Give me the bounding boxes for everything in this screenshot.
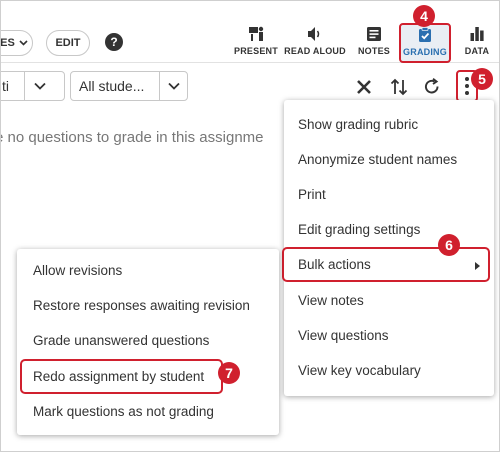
callout-badge-5: 5 [471,68,493,90]
edit-button[interactable]: EDIT [46,30,90,56]
menu-item-label: Show grading rubric [298,117,419,132]
chevron-down-icon [34,82,46,90]
submenu-item-label: Restore responses awaiting revision [33,298,250,313]
menu-item-label: View notes [298,293,364,308]
notes-button[interactable]: NOTES [356,25,392,61]
app-frame: ES EDIT ? PRESENT READ ALOUD NOTES GRADI… [0,0,500,452]
menu-item-label: Bulk actions [298,257,371,272]
menu-item-print[interactable]: Print [284,177,494,212]
read-aloud-button[interactable]: READ ALOUD [284,25,346,61]
submenu-item-label: Redo assignment by student [33,369,205,384]
data-button[interactable]: DATA [461,25,493,61]
chevron-down-icon [168,82,180,90]
menu-item-view-questions[interactable]: View questions [284,318,494,353]
grading-icon [416,26,434,44]
chevron-down-icon [19,40,28,46]
menu-item-bulk-actions[interactable]: Bulk actions [282,247,490,282]
notes-label: NOTES [357,46,390,56]
menu-item-label: Print [298,187,326,202]
menu-item-label: Edit grading settings [298,222,421,237]
data-label: DATA [464,46,490,56]
present-icon [247,25,265,43]
more-options-menu: Show grading rubric Anonymize student na… [282,100,494,396]
grading-label: GRADING [403,47,447,57]
student-filter-dropdown[interactable]: All stude... [70,71,188,101]
first-filter-value: ti [2,78,9,94]
callout-badge-4: 4 [413,5,435,27]
dropdown-divider [24,72,25,100]
submenu-item-label: Mark questions as not grading [33,404,214,419]
submenu-item-redo-assignment[interactable]: Redo assignment by student [20,359,223,394]
speaker-icon [306,25,324,43]
menu-item-label: View key vocabulary [298,363,421,378]
submenu-item-label: Allow revisions [33,263,123,278]
kebab-menu-icon [465,77,469,95]
close-icon[interactable] [352,75,376,99]
submenu-item-restore-responses[interactable]: Restore responses awaiting revision [17,288,279,323]
submenu-item-mark-not-grading[interactable]: Mark questions as not grading [17,394,279,429]
present-label: PRESENT [234,46,278,56]
bulk-actions-submenu: Allow revisions Restore responses awaiti… [17,249,279,435]
menu-item-edit-settings[interactable]: Edit grading settings [284,212,494,247]
submenu-item-allow-revisions[interactable]: Allow revisions [17,253,279,288]
help-icon[interactable]: ? [105,33,123,51]
empty-state-message: e no questions to grade in this assignme [0,129,264,146]
menu-item-view-notes[interactable]: View notes [284,283,494,318]
first-filter-dropdown[interactable]: ti [1,71,65,101]
notes-icon [365,25,383,43]
modes-dropdown[interactable]: ES [0,30,33,56]
menu-item-view-vocabulary[interactable]: View key vocabulary [284,353,494,388]
menu-item-anonymize[interactable]: Anonymize student names [284,142,494,177]
caret-right-icon [475,262,480,270]
student-filter-value: All stude... [79,78,145,94]
submenu-item-label: Grade unanswered questions [33,333,210,348]
present-button[interactable]: PRESENT [233,25,279,61]
callout-badge-6: 6 [438,234,460,256]
menu-item-label: Anonymize student names [298,152,458,167]
read-aloud-label: READ ALOUD [284,46,346,56]
dropdown-divider [159,72,160,100]
refresh-icon[interactable] [420,75,444,99]
modes-label: ES [0,37,15,49]
callout-badge-7: 7 [218,362,240,384]
sort-arrows-icon[interactable] [387,75,411,99]
grading-button[interactable]: GRADING [399,23,451,63]
menu-item-label: View questions [298,328,389,343]
submenu-item-grade-unanswered[interactable]: Grade unanswered questions [17,323,279,358]
menu-item-show-rubric[interactable]: Show grading rubric [284,107,494,142]
bar-chart-icon [468,25,486,43]
